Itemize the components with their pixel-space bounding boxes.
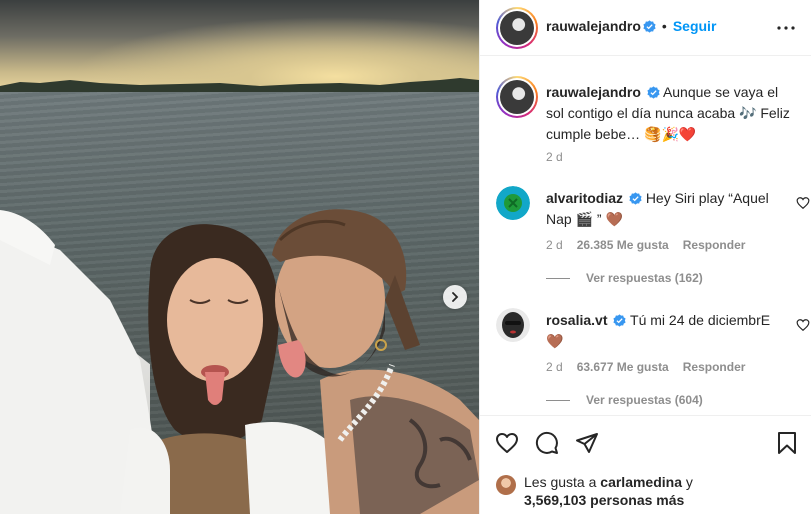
post-details-panel: rauwalejandro • Seguir rauwalejandro Aun… [479,0,811,514]
liker-avatar[interactable] [496,475,516,495]
comment-likes-count[interactable]: 63.677 Me gusta [577,360,669,374]
comment-text-block: alvaritodiaz Hey Siri play “Aquel Nap 🎬 … [546,188,776,230]
post-header: rauwalejandro • Seguir [480,0,811,56]
comment-meta: 2 d 63.677 Me gusta Responder [546,360,745,374]
bookmark-icon [778,432,796,454]
reply-button[interactable]: Responder [683,360,746,374]
comment-likes-count[interactable]: 26.385 Me gusta [577,238,669,252]
liker-username[interactable]: carlamedina [600,474,682,490]
follow-button[interactable]: Seguir [673,18,717,34]
view-replies-button[interactable]: Ver respuestas (604) [546,393,703,407]
save-button[interactable] [774,430,800,456]
comment-username[interactable]: alvaritodiaz [546,190,623,206]
likes-prefix: Les gusta a [524,474,601,490]
paper-plane-icon [576,433,598,453]
view-replies-label: Ver respuestas (162) [586,271,703,285]
comment-username[interactable]: rosalia.vt [546,312,607,328]
view-replies-label: Ver respuestas (604) [586,393,703,407]
verified-badge-icon [647,86,660,99]
commenter-avatar[interactable] [496,308,530,342]
comment-time[interactable]: 2 d [546,360,563,374]
chevron-right-icon [452,292,459,302]
likes-middle: y [682,474,693,490]
likes-count[interactable]: 3,569,103 personas más [524,492,684,508]
comment-meta: 2 d 26.385 Me gusta Responder [546,238,745,252]
comment-bubble-icon [535,431,558,454]
next-photo-button[interactable] [443,285,467,309]
comment-text-block: rosalia.vt Tú mi 24 de diciembrE 🤎 [546,310,776,352]
separator-dot: • [661,18,667,34]
author-avatar[interactable] [496,7,538,49]
more-options-icon [777,26,795,30]
likes-text: Les gusta a carlamedina y 3,569,103 pers… [524,473,794,509]
heart-icon [496,433,518,453]
caption-username[interactable]: rauwalejandro [546,84,641,100]
caption-text-block: rauwalejandro Aunque se vaya el sol cont… [546,82,796,145]
caption-timestamp[interactable]: 2 d [546,150,563,164]
comment-button[interactable] [534,430,560,456]
verified-badge-icon [629,192,642,205]
share-button[interactable] [574,430,600,456]
comment-like-heart-icon[interactable] [796,318,810,332]
comment-time[interactable]: 2 d [546,238,563,252]
author-username[interactable]: rauwalejandro [546,18,641,34]
couple-selfie [0,209,479,514]
post-photo[interactable] [0,0,479,514]
verified-badge-icon [643,19,656,33]
comment-like-heart-icon[interactable] [796,196,810,210]
more-options-button[interactable] [774,16,798,40]
replies-divider [546,399,570,401]
like-button[interactable] [494,430,520,456]
reply-button[interactable]: Responder [683,238,746,252]
commenter-avatar[interactable] [496,186,530,220]
replies-divider [546,277,570,279]
caption-author-avatar[interactable] [496,76,538,118]
verified-badge-icon [613,314,626,327]
view-replies-button[interactable]: Ver respuestas (162) [546,271,703,285]
post-actions: Les gusta a carlamedina y 3,569,103 pers… [480,415,811,514]
